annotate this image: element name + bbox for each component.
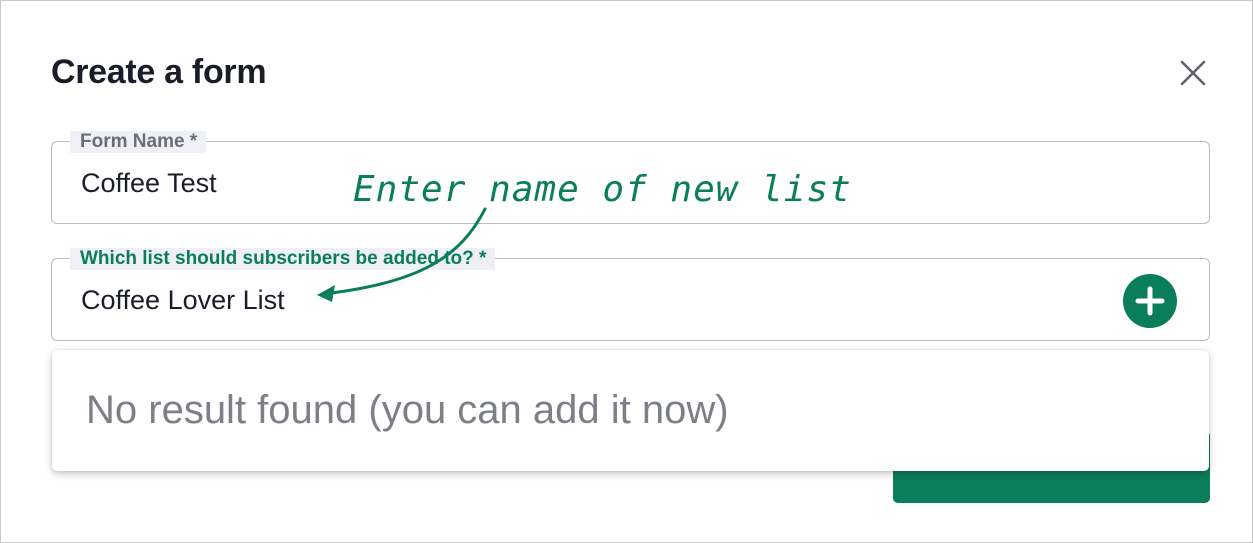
add-list-button[interactable]: [1123, 274, 1177, 328]
no-result-message[interactable]: No result found (you can add it now): [86, 388, 729, 433]
create-form-dialog: Create a form Form Name * Which list sho…: [0, 0, 1253, 543]
annotation-arrow-icon: [317, 207, 487, 302]
plus-circle-icon: [1135, 286, 1165, 316]
form-name-label: Form Name *: [70, 131, 207, 153]
dialog-title: Create a form: [51, 53, 267, 91]
subscriber-list-input[interactable]: [81, 285, 981, 316]
subscriber-list-field[interactable]: Which list should subscribers be added t…: [51, 248, 1210, 341]
close-icon: [1180, 60, 1206, 86]
close-button[interactable]: [1173, 53, 1213, 93]
list-dropdown: No result found (you can add it now): [52, 350, 1209, 471]
